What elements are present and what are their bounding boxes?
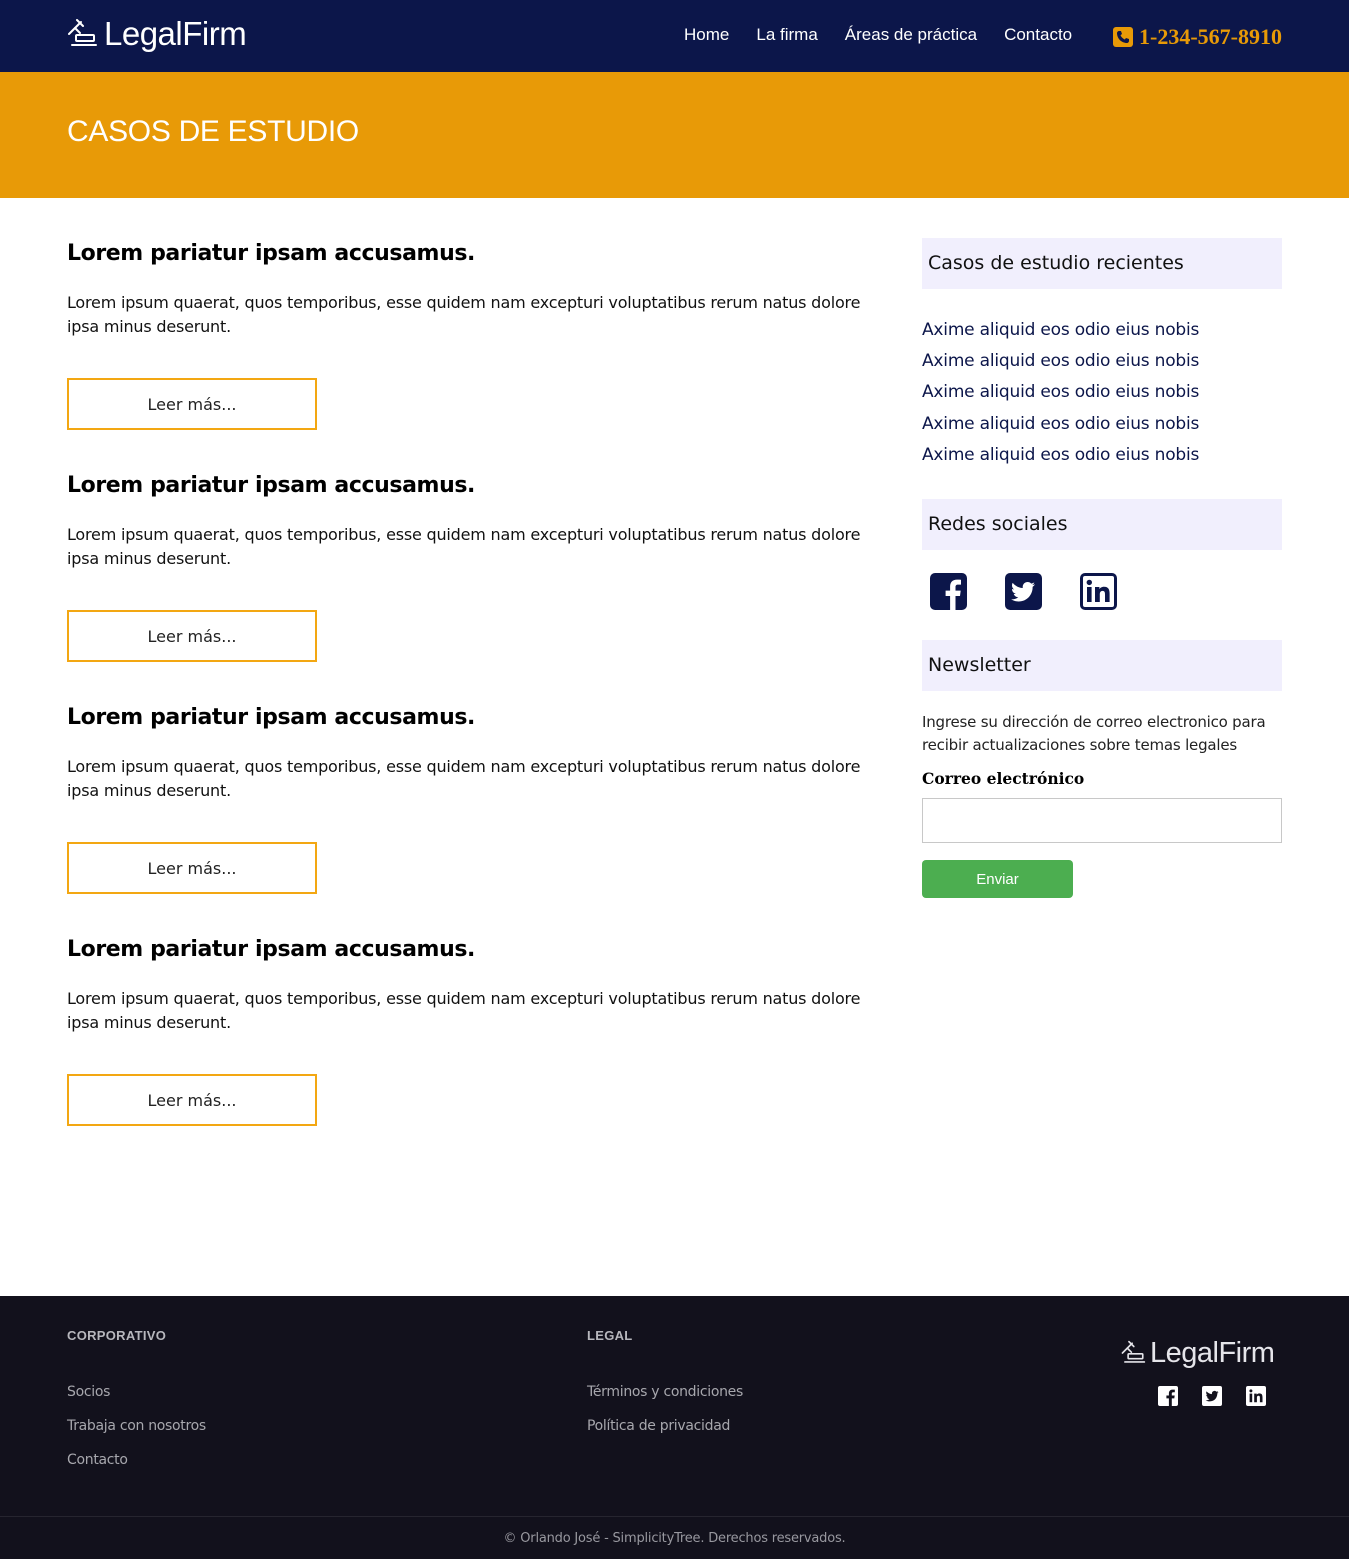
recent-case-link[interactable]: Axime aliquid eos odio eius nobis xyxy=(922,315,1282,346)
case-study-item: Lorem pariatur ipsam accusamus. Lorem ip… xyxy=(67,470,897,702)
social-links xyxy=(922,550,1282,640)
case-study-text: Lorem ipsum quaerat, quos temporibus, es… xyxy=(67,525,861,568)
social-heading: Redes sociales xyxy=(922,499,1282,551)
logo-link[interactable]: LegalFirm xyxy=(66,14,247,54)
case-study-item: Lorem pariatur ipsam accusamus. Lorem ip… xyxy=(67,934,897,1166)
phone-contact[interactable]: 1-234-567-8910 xyxy=(1113,24,1282,50)
linkedin-icon[interactable] xyxy=(1080,573,1117,611)
twitter-icon[interactable] xyxy=(1005,573,1042,611)
footer-legal-column: LEGAL Términos y condiciones Política de… xyxy=(587,1328,743,1443)
footer-corporate-links: Socios Trabaja con nosotros Contacto xyxy=(67,1375,206,1477)
newsletter-description: Ingrese su dirección de correo electroni… xyxy=(922,713,1266,755)
top-navbar: LegalFirm Home La firma Áreas de práctic… xyxy=(0,0,1349,72)
nav-areas-de-practica[interactable]: Áreas de práctica xyxy=(845,24,977,46)
footer-link-privacidad[interactable]: Política de privacidad xyxy=(587,1409,743,1443)
recent-case-link[interactable]: Axime aliquid eos odio eius nobis xyxy=(922,346,1282,377)
copyright-text: © Orlando José - SimplicityTree. Derecho… xyxy=(503,1531,846,1546)
case-study-text: Lorem ipsum quaerat, quos temporibus, es… xyxy=(67,293,861,336)
case-studies-list: Lorem pariatur ipsam accusamus. Lorem ip… xyxy=(67,238,897,1166)
footer-legal-links: Términos y condiciones Política de priva… xyxy=(587,1375,743,1443)
recent-cases-list: Axime aliquid eos odio eius nobis Axime … xyxy=(922,315,1282,471)
read-more-button[interactable]: Leer más... xyxy=(67,378,317,430)
read-more-button[interactable]: Leer más... xyxy=(67,1074,317,1126)
email-field[interactable] xyxy=(922,798,1282,844)
sidebar: Casos de estudio recientes Axime aliquid… xyxy=(922,238,1282,899)
email-label: Correo electrónico xyxy=(922,769,1085,789)
site-footer: CORPORATIVO Socios Trabaja con nosotros … xyxy=(0,1296,1349,1559)
nav-home[interactable]: Home xyxy=(684,24,729,46)
case-study-text: Lorem ipsum quaerat, quos temporibus, es… xyxy=(67,757,861,800)
gavel-icon xyxy=(68,19,97,46)
facebook-icon[interactable] xyxy=(1158,1386,1178,1406)
footer-link-trabaja[interactable]: Trabaja con nosotros xyxy=(67,1409,206,1443)
facebook-icon[interactable] xyxy=(930,573,967,611)
footer-link-socios[interactable]: Socios xyxy=(67,1375,206,1409)
page-banner: CASOS DE ESTUDIO xyxy=(0,72,1349,198)
case-study-item: Lorem pariatur ipsam accusamus. Lorem ip… xyxy=(67,702,897,934)
recent-case-link[interactable]: Axime aliquid eos odio eius nobis xyxy=(922,409,1282,440)
case-study-text: Lorem ipsum quaerat, quos temporibus, es… xyxy=(67,989,861,1032)
recent-case-link[interactable]: Axime aliquid eos odio eius nobis xyxy=(922,377,1282,408)
case-study-title: Lorem pariatur ipsam accusamus. xyxy=(67,241,475,266)
main-nav: Home La firma Áreas de práctica Contacto xyxy=(684,24,1099,46)
phone-icon xyxy=(1113,27,1134,47)
footer-link-terminos[interactable]: Términos y condiciones xyxy=(587,1375,743,1409)
footer-logo-text: LegalFirm xyxy=(1150,1337,1275,1369)
case-study-title: Lorem pariatur ipsam accusamus. xyxy=(67,473,475,498)
footer-divider xyxy=(0,1516,1349,1517)
case-study-item: Lorem pariatur ipsam accusamus. Lorem ip… xyxy=(67,238,897,470)
footer-corporate-column: CORPORATIVO Socios Trabaja con nosotros … xyxy=(67,1328,206,1477)
logo-text: LegalFirm xyxy=(104,15,247,52)
recent-case-link[interactable]: Axime aliquid eos odio eius nobis xyxy=(922,440,1282,471)
read-more-button[interactable]: Leer más... xyxy=(67,610,317,662)
footer-logo[interactable]: LegalFirm xyxy=(1120,1336,1275,1370)
read-more-button[interactable]: Leer más... xyxy=(67,842,317,894)
page-title: CASOS DE ESTUDIO xyxy=(67,115,359,148)
phone-number: 1-234-567-8910 xyxy=(1139,24,1282,49)
footer-corporate-heading: CORPORATIVO xyxy=(67,1328,167,1343)
twitter-icon[interactable] xyxy=(1202,1386,1222,1406)
footer-link-contacto[interactable]: Contacto xyxy=(67,1443,206,1477)
linkedin-icon[interactable] xyxy=(1246,1386,1266,1406)
case-study-title: Lorem pariatur ipsam accusamus. xyxy=(67,937,475,962)
footer-social-links xyxy=(1158,1386,1290,1406)
nav-la-firma[interactable]: La firma xyxy=(756,24,817,46)
nav-contacto[interactable]: Contacto xyxy=(1004,24,1072,46)
case-study-title: Lorem pariatur ipsam accusamus. xyxy=(67,705,475,730)
newsletter-heading: Newsletter xyxy=(922,640,1282,692)
gavel-icon xyxy=(1121,1340,1146,1363)
recent-cases-heading: Casos de estudio recientes xyxy=(922,238,1282,289)
submit-button[interactable]: Enviar xyxy=(922,860,1073,899)
footer-legal-heading: LEGAL xyxy=(587,1328,633,1343)
